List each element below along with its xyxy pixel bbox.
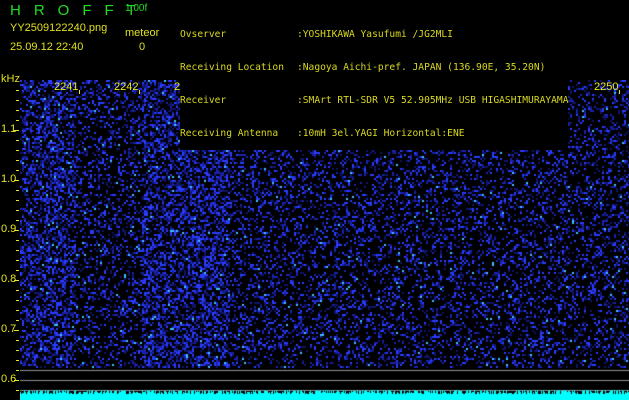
y-tick-label: 1.1 xyxy=(1,123,17,135)
info-value: :SMArt RTL-SDR V5 52.905MHz USB HIGASHIM… xyxy=(297,95,569,106)
y-tick xyxy=(14,180,19,181)
y-tick xyxy=(16,110,19,111)
y-tick xyxy=(14,380,19,381)
y-tick xyxy=(16,270,19,271)
y-tick xyxy=(16,90,19,91)
y-tick xyxy=(16,350,19,351)
y-tick xyxy=(16,370,19,371)
meteor-label: meteor xyxy=(125,27,160,39)
y-tick xyxy=(16,120,19,121)
info-row-observer: Ovserver :YOSHIKAWA Yasufumi /JG2MLI xyxy=(180,29,568,40)
y-tick-label: 0.9 xyxy=(1,223,17,235)
y-tick xyxy=(16,360,19,361)
y-tick xyxy=(16,170,19,171)
y-tick xyxy=(14,330,19,331)
y-tick xyxy=(16,140,19,141)
info-label: Ovserver xyxy=(180,29,227,40)
y-tick xyxy=(16,310,19,311)
y-tick xyxy=(16,260,19,261)
y-tick xyxy=(16,160,19,161)
info-label: Receiver xyxy=(180,95,227,106)
version-label: 1.00f xyxy=(125,3,148,14)
info-value: :YOSHIKAWA Yasufumi /JG2MLI xyxy=(297,29,453,40)
y-tick xyxy=(16,210,19,211)
y-tick xyxy=(16,320,19,321)
meteor-count: 0 xyxy=(139,41,146,53)
y-tick xyxy=(14,230,19,231)
y-tick xyxy=(16,100,19,101)
y-axis-unit: kHz xyxy=(1,73,20,85)
info-value: :Nagoya Aichi-pref. JAPAN (136.90E, 35.2… xyxy=(297,62,546,73)
info-row-receiver: Receiver :SMArt RTL-SDR V5 52.905MHz USB … xyxy=(180,95,568,106)
y-tick xyxy=(16,220,19,221)
timestamp-label: 25.09.12 22:40 xyxy=(10,41,84,53)
y-tick xyxy=(14,280,19,281)
y-tick xyxy=(16,390,19,391)
filename-label: YY2509122240.png xyxy=(10,22,108,34)
y-tick-label: 0.6 xyxy=(1,373,17,385)
y-tick xyxy=(16,240,19,241)
y-tick-label: 0.7 xyxy=(1,323,17,335)
y-tick xyxy=(14,130,19,131)
info-label: Receiving Location xyxy=(180,62,284,73)
y-tick xyxy=(16,300,19,301)
y-tick xyxy=(16,250,19,251)
y-tick xyxy=(16,340,19,341)
y-tick xyxy=(16,190,19,191)
info-value: :10mH 3el.YAGI Horizontal:ENE xyxy=(297,128,465,139)
info-label: Receiving Antenna xyxy=(180,128,279,139)
y-tick xyxy=(16,200,19,201)
y-tick-label: 1.0 xyxy=(1,173,17,185)
info-row-antenna: Receiving Antenna :10mH 3el.YAGI Horizont… xyxy=(180,128,568,139)
info-row-location: Receiving Location :Nagoya Aichi-pref. JA… xyxy=(180,62,568,73)
y-tick xyxy=(16,150,19,151)
y-tick-label: 0.8 xyxy=(1,273,17,285)
station-info: Ovserver :YOSHIKAWA Yasufumi /JG2MLI Rece… xyxy=(180,7,569,150)
y-tick xyxy=(16,290,19,291)
